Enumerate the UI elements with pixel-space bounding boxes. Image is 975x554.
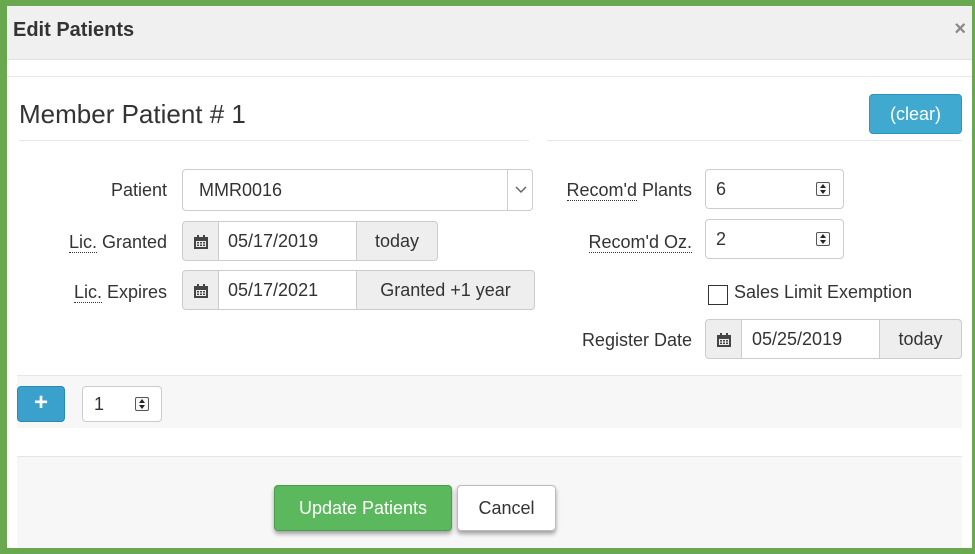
- section-divider-right: [547, 140, 962, 141]
- lic-granted-label: Lic. Granted: [27, 232, 167, 253]
- patient-label: Patient: [110, 180, 167, 200]
- recom-oz-value: 2: [716, 229, 727, 249]
- lic-expires-label-abbr: Lic.: [73, 282, 102, 303]
- lic-granted-input[interactable]: 05/17/2019: [218, 221, 357, 261]
- register-date-value: 05/25/2019: [752, 329, 843, 349]
- calendar-icon: [194, 235, 208, 249]
- register-date-today-button[interactable]: today: [879, 319, 962, 359]
- section-divider-left: [19, 140, 529, 141]
- lic-granted-calendar[interactable]: [182, 221, 219, 261]
- recom-plants-value: 6: [716, 179, 727, 199]
- spinner-icon[interactable]: [135, 397, 149, 411]
- lic-granted-today-button[interactable]: today: [356, 221, 438, 261]
- dialog-header: Edit Patients ×: [7, 6, 972, 60]
- register-date-label: Register Date: [581, 330, 692, 350]
- chevron-down-icon: [515, 186, 527, 194]
- lic-expires-plus-year-button[interactable]: Granted +1 year: [356, 270, 535, 310]
- calendar-icon: [717, 333, 731, 347]
- lic-granted-value: 05/17/2019: [228, 231, 319, 251]
- sales-limit-label: Sales Limit Exemption: [734, 282, 913, 302]
- patient-select[interactable]: MMR0016: [182, 169, 533, 211]
- register-date-input[interactable]: 05/25/2019: [741, 319, 880, 359]
- header-divider: [7, 76, 972, 77]
- recom-oz-label: Recom'd Oz.: [537, 232, 692, 253]
- add-row-divider: [17, 375, 962, 376]
- recom-plants-label-abbr: Recom'd: [566, 180, 637, 201]
- calendar-icon: [194, 284, 208, 298]
- spinner-icon[interactable]: [816, 232, 830, 246]
- spinner-icon[interactable]: [816, 182, 830, 196]
- lic-expires-calendar[interactable]: [182, 270, 219, 310]
- edit-patients-dialog: Edit Patients × Member Patient # 1 (clea…: [0, 0, 975, 554]
- select-divider: [507, 170, 508, 210]
- lic-expires-input[interactable]: 05/17/2021: [218, 270, 357, 310]
- sales-limit-checkbox[interactable]: [708, 285, 728, 305]
- cancel-button[interactable]: Cancel: [457, 485, 556, 531]
- section-title: Member Patient # 1: [19, 99, 246, 129]
- patient-select-value: MMR0016: [199, 180, 283, 200]
- dialog-title: Edit Patients: [13, 19, 135, 41]
- register-date-calendar[interactable]: [705, 319, 742, 359]
- lic-granted-label-abbr: Lic.: [68, 232, 97, 253]
- recom-plants-label-rest: Plants: [636, 180, 692, 200]
- recom-plants-label: Recom'd Plants: [537, 180, 692, 201]
- patient-count-input[interactable]: 1: [82, 386, 162, 422]
- clear-button[interactable]: (clear): [869, 94, 962, 134]
- lic-expires-label-rest: Expires: [101, 282, 167, 302]
- recom-oz-label-abbr: Recom'd Oz.: [588, 232, 692, 253]
- lic-expires-label: Lic. Expires: [27, 282, 167, 303]
- update-patients-button[interactable]: Update Patients: [274, 485, 452, 531]
- recom-plants-input[interactable]: 6: [705, 169, 844, 209]
- add-patient-button[interactable]: +: [17, 386, 65, 422]
- recom-oz-input[interactable]: 2: [705, 219, 844, 259]
- patient-count-value: 1: [94, 394, 105, 414]
- lic-granted-label-rest: Granted: [96, 232, 167, 252]
- close-icon[interactable]: ×: [954, 18, 966, 41]
- lic-expires-value: 05/17/2021: [228, 280, 319, 300]
